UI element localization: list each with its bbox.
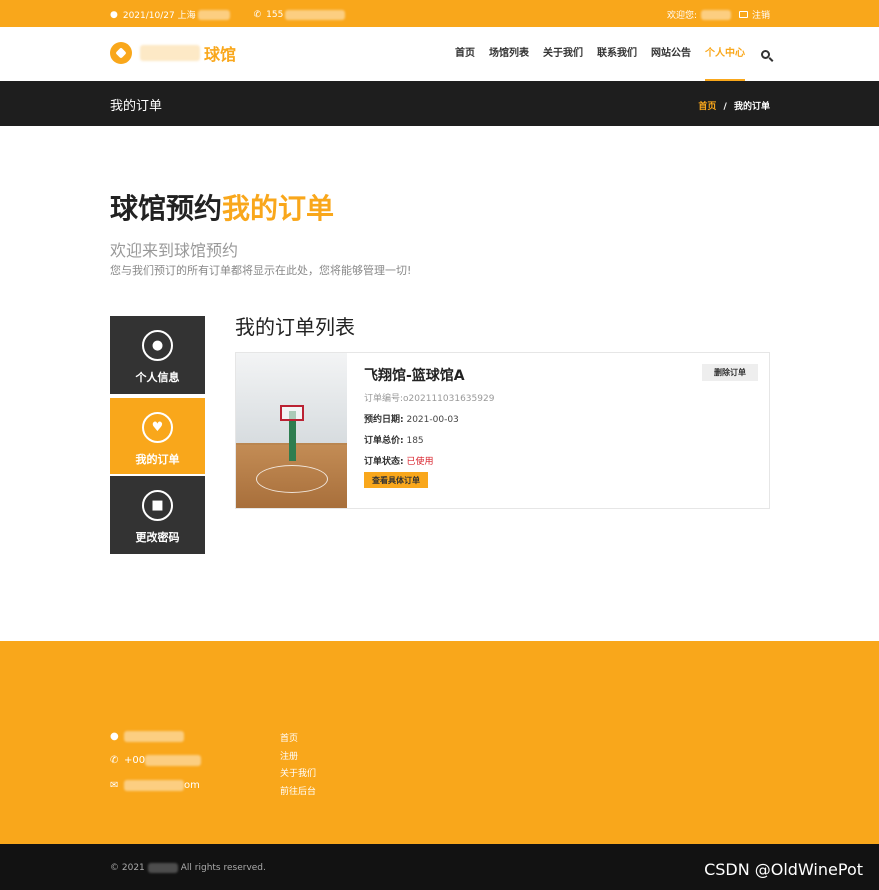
footer-link-home[interactable]: 首页 <box>280 731 316 749</box>
watermark: CSDN @OldWinePot <box>704 860 863 879</box>
redacted-logo-text <box>140 45 200 61</box>
hero-description: 您与我们预订的所有订单都将显示在此处，您将能够管理一切! <box>110 264 412 277</box>
main-nav: 首页 场馆列表 关于我们 联系我们 网站公告 个人中心 <box>441 27 770 81</box>
soccer-ball-icon <box>110 42 132 64</box>
hero-title: 球馆预约我的订单 <box>110 187 334 227</box>
order-status-label: 订单状态: <box>364 457 404 467</box>
order-date: 2021-00-03 <box>406 415 459 425</box>
redacted-email <box>124 780 184 791</box>
redacted-address <box>124 731 184 742</box>
delete-order-button[interactable]: 删除订单 <box>702 364 758 381</box>
logout-link[interactable]: 注销 <box>752 8 770 21</box>
search-icon[interactable] <box>761 49 770 59</box>
nav-about[interactable]: 关于我们 <box>543 27 583 81</box>
welcome-text: 欢迎您: <box>666 11 697 21</box>
sidebar-item-label: 我的订单 <box>135 453 180 466</box>
breadcrumb: 首页 / 我的订单 <box>698 99 770 112</box>
lock-icon: ■ <box>142 490 173 521</box>
view-order-button[interactable]: 查看具体订单 <box>364 472 428 488</box>
site-header: 球馆 首页 场馆列表 关于我们 联系我们 网站公告 个人中心 <box>0 27 879 81</box>
nav-personal-center[interactable]: 个人中心 <box>705 27 745 81</box>
footer-link-admin[interactable]: 前往后台 <box>280 784 316 802</box>
venue-photo <box>236 353 347 508</box>
footer-email: ✉ om <box>110 780 200 791</box>
site-footer: ● ✆ +00 ✉ om 首页 注册 关于我们 前往后台 <box>0 641 879 844</box>
order-total-label: 订单总价: <box>364 436 404 446</box>
sidebar-item-orders[interactable]: ♥ 我的订单 <box>110 396 205 474</box>
nav-announcements[interactable]: 网站公告 <box>651 27 691 81</box>
phone-icon: ✆ <box>110 755 119 766</box>
top-bar-right: 欢迎您: 注销 <box>667 8 770 21</box>
site-logo[interactable]: 球馆 <box>110 41 236 65</box>
top-bar-left: ● 2021/10/27 上海 ✆ 155 <box>110 8 346 21</box>
copyright-text: © 2021 All rights reserved. <box>110 863 266 873</box>
redacted-username <box>700 9 731 20</box>
copyright-bar: © 2021 All rights reserved. CSDN @OldWin… <box>0 844 879 890</box>
order-status-row: 订单状态: 已使用 <box>364 454 494 467</box>
order-list-title: 我的订单列表 <box>235 315 355 339</box>
order-info: 飞翔馆-篮球馆A 订单编号:o202111031635929 预约日期: 202… <box>364 365 494 467</box>
hero-title-main: 球馆预约 <box>110 192 223 225</box>
top-bar: ● 2021/10/27 上海 ✆ 155 欢迎您: 注销 <box>0 0 879 27</box>
logo-text: 球馆 <box>204 45 237 64</box>
nav-home[interactable]: 首页 <box>455 27 475 81</box>
breadcrumb-separator: / <box>723 102 727 112</box>
footer-link-register[interactable]: 注册 <box>280 749 316 767</box>
redacted-phone <box>285 9 346 20</box>
account-sidebar: ● 个人信息 ♥ 我的订单 ■ 更改密码 <box>110 316 205 556</box>
order-date-row: 预约日期: 2021-00-03 <box>364 412 494 425</box>
location-pin-icon: ● <box>110 9 118 20</box>
page-title: 我的订单 <box>110 99 163 114</box>
breadcrumb-home[interactable]: 首页 <box>698 102 716 112</box>
order-total-row: 订单总价: 185 <box>364 433 494 446</box>
logout-icon[interactable] <box>738 11 748 18</box>
sidebar-item-label: 个人信息 <box>135 371 180 384</box>
footer-phone-prefix: +00 <box>124 755 146 766</box>
page-title-bar: 我的订单 首页 / 我的订单 <box>0 81 879 126</box>
phone-text: 155 <box>266 9 284 20</box>
location-pin-icon: ● <box>110 731 119 742</box>
hero-subtitle: 欢迎来到球馆预约 <box>110 241 239 260</box>
footer-email-suffix: om <box>184 780 200 791</box>
copyright-prefix: © 2021 <box>110 863 145 873</box>
user-icon: ● <box>142 330 173 361</box>
heart-icon: ♥ <box>142 412 173 443</box>
footer-link-about[interactable]: 关于我们 <box>280 766 316 784</box>
nav-contact[interactable]: 联系我们 <box>597 27 637 81</box>
order-total: 185 <box>406 436 424 446</box>
redacted-location <box>197 9 230 20</box>
footer-address: ● <box>110 731 184 742</box>
sidebar-item-password[interactable]: ■ 更改密码 <box>110 476 205 554</box>
sidebar-item-label: 更改密码 <box>135 531 180 544</box>
order-venue-name: 飞翔馆-篮球馆A <box>364 368 465 384</box>
sidebar-item-profile[interactable]: ● 个人信息 <box>110 316 205 394</box>
redacted-phone <box>145 755 202 766</box>
footer-phone: ✆ +00 <box>110 755 202 766</box>
order-date-label: 预约日期: <box>364 415 404 425</box>
order-card: 飞翔馆-篮球馆A 订单编号:o202111031635929 预约日期: 202… <box>235 352 770 509</box>
nav-venue-list[interactable]: 场馆列表 <box>489 27 529 81</box>
order-status: 已使用 <box>406 457 434 467</box>
footer-links: 首页 注册 关于我们 前往后台 <box>280 731 316 801</box>
breadcrumb-current: 我的订单 <box>733 102 770 112</box>
redacted-site-name <box>147 863 178 873</box>
order-number: 订单编号:o202111031635929 <box>364 394 495 404</box>
hero-title-highlight: 我的订单 <box>222 192 335 225</box>
envelope-icon: ✉ <box>110 780 119 791</box>
date-location-text: 2021/10/27 上海 <box>122 11 196 21</box>
phone-icon: ✆ <box>253 9 262 20</box>
copyright-suffix: All rights reserved. <box>180 863 266 873</box>
